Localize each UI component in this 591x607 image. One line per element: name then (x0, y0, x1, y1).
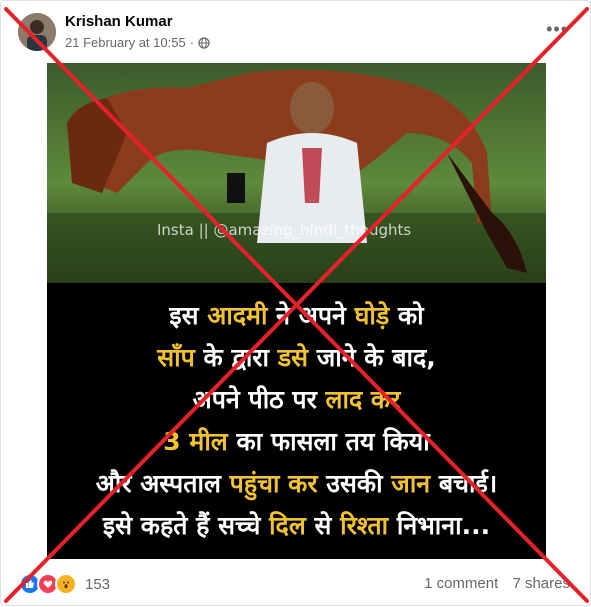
caption-line: साँप के द्वारा डसे जाने के बाद, (47, 337, 546, 379)
caption-segment: साँप (157, 343, 204, 372)
caption-segment: जाने के बाद, (316, 343, 436, 372)
caption-segment: इसे कहते हैं सच्चे (102, 511, 270, 540)
caption-segment: आदमी (207, 301, 277, 330)
caption-segment: बचाई। (438, 469, 498, 498)
caption-segment: रिश्ता (340, 511, 397, 540)
caption-segment: को (397, 301, 424, 330)
engagement-stats: 1 comment 7 shares (414, 575, 570, 592)
watermark: Insta || @amazing_hindi_thoughts (157, 221, 412, 239)
caption-segment: घोड़े (354, 301, 398, 330)
globe-icon (198, 36, 210, 49)
facebook-post: Krishan Kumar 21 February at 10:55 · ••• (0, 0, 591, 606)
author-name[interactable]: Krishan Kumar (65, 13, 173, 30)
caption-segment: ने अपने (276, 301, 355, 330)
caption-segment: और अस्पताल (95, 469, 230, 498)
caption-line: इसे कहते हैं सच्चे दिल से रिश्ता निभाना.… (47, 505, 546, 547)
wow-icon (55, 573, 77, 595)
caption-segment: का फासला तय किया (236, 427, 430, 456)
caption-line: और अस्पताल पहुंचा कर उसकी जान बचाई। (47, 463, 546, 505)
caption-segment: अपने पीठ पर (192, 385, 326, 414)
caption-line: इस आदमी ने अपने घोड़े को (47, 295, 546, 337)
post-meta: 21 February at 10:55 · (65, 35, 210, 50)
caption-segment: के द्वारा (203, 343, 278, 372)
share-count[interactable]: 7 shares (512, 575, 570, 592)
caption-line: 3 मील का फासला तय किया (47, 421, 546, 463)
author-avatar[interactable] (18, 13, 56, 51)
caption-segment: से (314, 511, 341, 540)
caption-segment: जान (391, 469, 439, 498)
post-timestamp[interactable]: 21 February at 10:55 (65, 35, 186, 50)
more-options-icon[interactable]: ••• (546, 19, 568, 40)
post-image[interactable]: Insta || @amazing_hindi_thoughts इस आदमी… (47, 63, 546, 559)
caption-segment: 3 मील (163, 427, 237, 456)
caption-segment: इस (169, 301, 208, 330)
caption-text: इस आदमी ने अपने घोड़े को साँप के द्वारा ड… (47, 295, 546, 547)
caption-line: अपने पीठ पर लाद कर (47, 379, 546, 421)
horse-photo (47, 63, 546, 283)
caption-segment: डसे (277, 343, 317, 372)
caption-segment: पहुंचा कर (229, 469, 327, 498)
caption-segment: लाद कर (325, 385, 401, 414)
post-footer: 153 1 comment 7 shares (1, 567, 590, 599)
reaction-count[interactable]: 153 (85, 576, 110, 593)
caption-segment: निभाना... (396, 511, 491, 540)
post-header: Krishan Kumar 21 February at 10:55 · ••• (1, 1, 590, 61)
caption-segment: उसकी (326, 469, 392, 498)
reaction-summary[interactable]: 153 (19, 573, 110, 595)
caption-segment: दिल (269, 511, 315, 540)
comment-count[interactable]: 1 comment (424, 575, 498, 592)
